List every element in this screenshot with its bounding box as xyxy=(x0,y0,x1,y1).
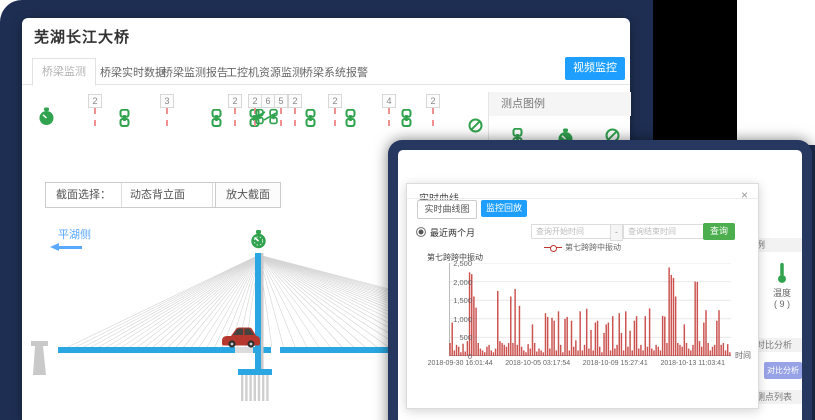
sensor-count-badge: 2 xyxy=(228,94,242,108)
compare-analysis-button[interactable]: 对比分析 xyxy=(764,362,802,379)
query-button[interactable]: 查询 xyxy=(703,223,735,240)
temperature-label: 温度 xyxy=(762,286,802,299)
y-tick-label: 2,000 xyxy=(442,278,472,287)
gauge-sensor-icon[interactable] xyxy=(38,107,56,125)
y-tick-label: 500 xyxy=(442,333,472,342)
chain-sensor-icon[interactable] xyxy=(118,109,136,127)
section-select-label: 截面选择： xyxy=(46,183,122,207)
bridge-tower xyxy=(255,253,261,369)
query-end-time-input[interactable] xyxy=(623,224,707,239)
sensor-location-dash xyxy=(166,108,168,126)
tab-bridge-realtime-data[interactable]: 桥梁实时数据 xyxy=(100,64,166,80)
sensor-cluster-icon[interactable] xyxy=(252,108,282,126)
modal-header-divider xyxy=(407,198,758,199)
thermometer-icon xyxy=(776,262,788,284)
pile-cap xyxy=(238,369,272,375)
last-two-months-label: 最近两个月 xyxy=(430,226,475,239)
sensor-location-dash xyxy=(94,108,96,126)
vibration-chart-plot xyxy=(449,263,731,356)
sensor-location-dash xyxy=(294,108,296,126)
close-icon[interactable]: × xyxy=(741,188,748,202)
x-tick-label: 2018-10-09 15:27:41 xyxy=(583,360,648,367)
popup-screenshot-window: 例 温度 ( 9 ) 对比分析 对比分析 测点列表 实时曲线 × 实时曲线图 监… xyxy=(388,140,812,420)
sensor-count-badge: 5 xyxy=(274,94,288,108)
x-tick-label: 2018-10-13 11:03:41 xyxy=(660,360,724,367)
legend-marker-icon xyxy=(544,244,562,252)
measure-point-legend-panel: 测点图例 xyxy=(488,92,631,140)
sensor-location-dash xyxy=(432,108,434,126)
popup-page-background: 例 温度 ( 9 ) 对比分析 对比分析 测点列表 实时曲线 × 实时曲线图 监… xyxy=(398,150,802,420)
section-select-dropdown[interactable]: 动态背立面 xyxy=(122,183,212,207)
query-start-time-input[interactable] xyxy=(531,224,615,239)
deck-joint-gray xyxy=(235,347,253,353)
last-two-months-radio[interactable] xyxy=(416,227,426,237)
chain-sensor-icon[interactable] xyxy=(210,109,228,127)
sensor-count-badge: 2 xyxy=(426,94,440,108)
y-tick-label: 1,500 xyxy=(442,296,472,305)
measure-point-legend-title: 测点图例 xyxy=(489,92,631,116)
x-axis-label: 时间 xyxy=(735,350,751,361)
chain-sensor-icon[interactable] xyxy=(304,109,322,127)
left-abutment-pier xyxy=(31,341,48,375)
tower-shadow xyxy=(261,253,264,369)
screenshot-canvas: 芜湖长江大桥 桥梁监测 桥梁实时数据 桥梁监测报告 工控机资源监测 桥梁系统报警… xyxy=(0,0,815,420)
temperature-legend-item[interactable]: 温度 ( 9 ) xyxy=(762,262,802,309)
top-right-black-area xyxy=(653,0,737,145)
y-tick-label: 1,000 xyxy=(442,315,472,324)
chain-sensor-icon[interactable] xyxy=(344,109,362,127)
page-title: 芜湖长江大桥 xyxy=(34,26,130,47)
sensor-count-badge: 2 xyxy=(88,94,102,108)
sensor-count-badge: 4 xyxy=(382,94,396,108)
legend-label: 第七跨跨中振动 xyxy=(565,243,621,252)
enlarge-section-button[interactable]: 放大截面 xyxy=(215,182,281,208)
realtime-curve-modal: 实时曲线 × 实时曲线图 监控回放 最近两个月 - 查询 第七跨跨中振动 第七跨… xyxy=(406,183,759,409)
sensor-location-dash xyxy=(234,108,236,126)
date-range-separator: - xyxy=(610,224,623,241)
y-tick-label: 2,500 xyxy=(442,259,472,268)
top-right-white-area xyxy=(737,0,815,145)
sensor-count-badge: 2 xyxy=(328,94,342,108)
sensor-location-dash xyxy=(388,108,390,126)
sensor-count-badge: 2 xyxy=(288,94,302,108)
tab-bridge-monitoring[interactable]: 桥梁监测 xyxy=(32,58,96,86)
tab-bridge-monitor-report[interactable]: 桥梁监测报告 xyxy=(162,64,228,80)
x-tick-label: 2018-09-30 16:01:44 xyxy=(428,360,493,367)
legend-panel-icons xyxy=(489,116,631,140)
pile-foundation xyxy=(241,375,269,401)
x-tick-label: 2018-10-05 03:17:54 xyxy=(505,360,570,367)
deck-joint-gap xyxy=(271,347,280,353)
tab-bridge-system-alarm[interactable]: 桥梁系统报警 xyxy=(302,64,368,80)
temperature-count: ( 9 ) xyxy=(762,299,802,309)
tab-ipc-resource-monitor[interactable]: 工控机资源监测 xyxy=(226,64,303,80)
video-monitor-button[interactable]: 视频监控 xyxy=(565,57,625,80)
car xyxy=(222,328,260,348)
sensor-count-badge: 3 xyxy=(160,94,174,108)
chain-sensor-icon[interactable] xyxy=(400,109,418,127)
sensor-count-badge: 6 xyxy=(261,94,275,108)
sensor-strip: 2322652242 xyxy=(22,92,488,142)
tab-divider xyxy=(22,84,630,85)
sensor-count-badge: 2 xyxy=(248,94,262,108)
tab-monitor-playback[interactable]: 监控回放 xyxy=(481,200,527,217)
section-select-group: 截面选择： 动态背立面 ▼ xyxy=(45,182,238,208)
chart-bars xyxy=(449,263,731,356)
tower-gauge-icon[interactable] xyxy=(251,230,265,248)
disabled-sensor-icon[interactable] xyxy=(468,118,486,136)
sensor-location-dash xyxy=(334,108,336,126)
tab-realtime-curve-chart[interactable]: 实时曲线图 xyxy=(417,200,477,219)
